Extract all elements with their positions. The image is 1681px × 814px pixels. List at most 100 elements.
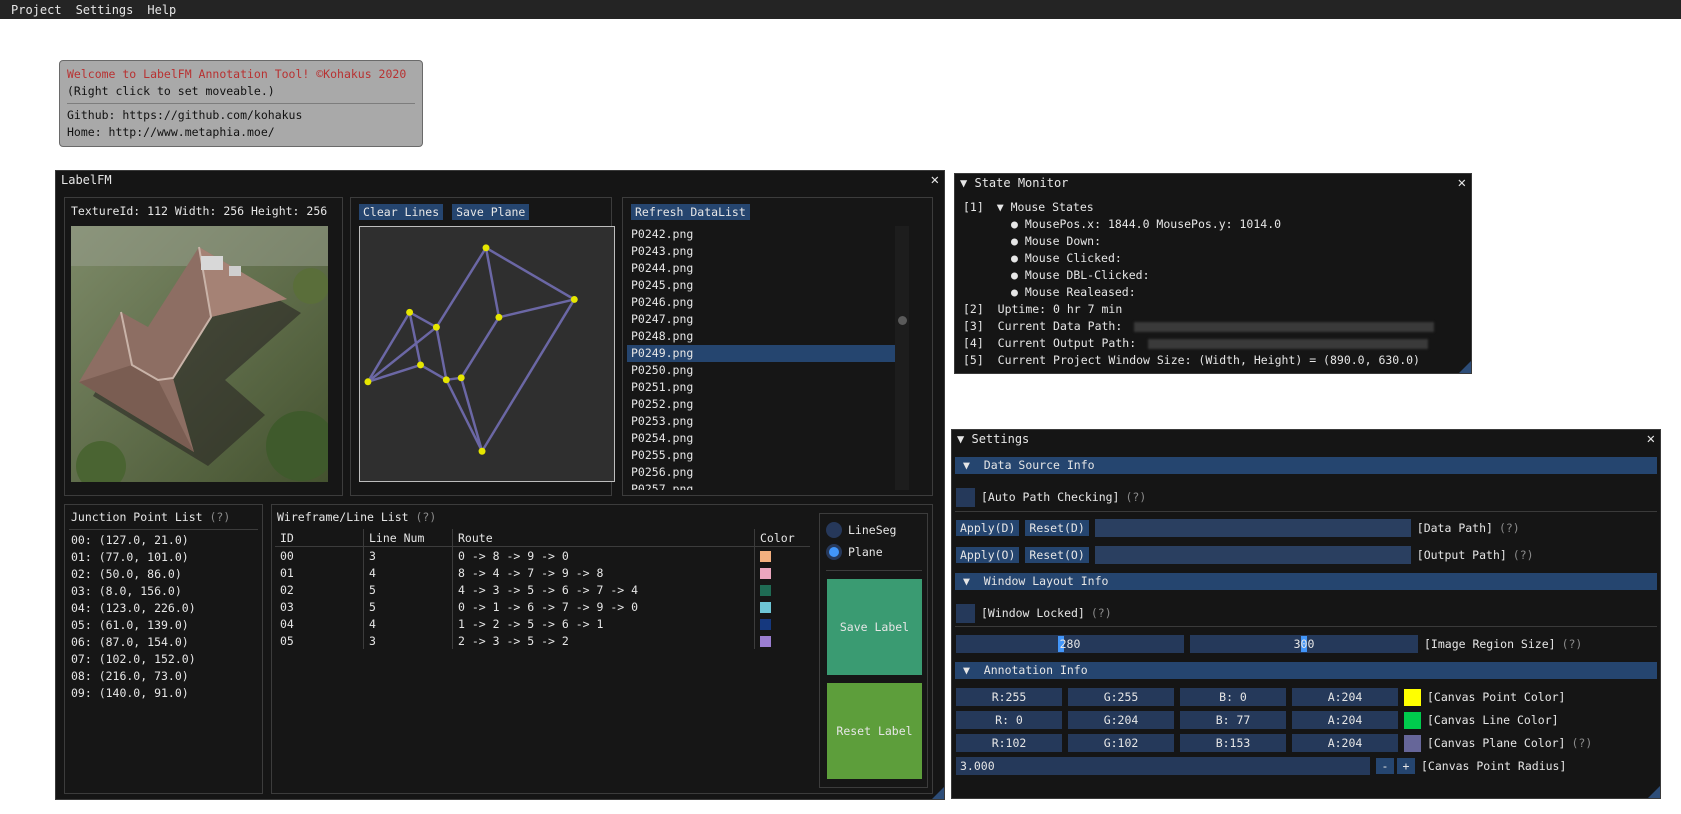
point-r-field[interactable]: R:255 <box>956 688 1062 706</box>
window-locked-checkbox[interactable] <box>956 603 975 623</box>
plane-r-field[interactable]: R:102 <box>956 734 1062 752</box>
junction-item[interactable]: 05: (61.0, 139.0) <box>71 617 196 634</box>
table-row[interactable]: 02 5 4 -> 3 -> 5 -> 6 -> 7 -> 4 <box>275 581 810 598</box>
table-row[interactable]: 05 3 2 -> 3 -> 5 -> 2 <box>275 632 810 649</box>
help-icon[interactable]: (?) <box>1499 521 1520 535</box>
reset-output-button[interactable]: Reset(O) <box>1025 547 1089 563</box>
reset-data-button[interactable]: Reset(D) <box>1025 520 1089 536</box>
junction-item[interactable]: 04: (123.0, 226.0) <box>71 600 196 617</box>
file-list-scrollbar[interactable] <box>895 226 909 490</box>
junction-item[interactable]: 00: (127.0, 21.0) <box>71 532 196 549</box>
point-color-swatch[interactable] <box>1404 688 1421 706</box>
close-icon[interactable]: ✕ <box>1458 174 1466 193</box>
close-icon[interactable]: ✕ <box>1647 430 1655 449</box>
point-a-field[interactable]: A:204 <box>1292 688 1398 706</box>
save-label-button[interactable]: Save Label <box>827 579 922 675</box>
resize-grip[interactable] <box>932 787 944 799</box>
point-b-field[interactable]: B: 0 <box>1180 688 1286 706</box>
state-monitor-window[interactable]: ▼ State Monitor ✕ [1] ▼ Mouse States ● M… <box>954 173 1472 374</box>
list-item[interactable]: P0242.png <box>627 226 901 243</box>
tree-arrow-icon[interactable]: ▼ <box>997 200 1004 214</box>
list-item[interactable]: P0243.png <box>627 243 901 260</box>
settings-window[interactable]: ▼ Settings ✕ ▼ Data Source Info [Auto Pa… <box>951 429 1661 799</box>
radius-plus-button[interactable]: + <box>1397 758 1415 774</box>
color-swatch[interactable] <box>760 618 771 630</box>
refresh-datalist-button[interactable]: Refresh DataList <box>631 204 750 220</box>
menu-project[interactable]: Project <box>0 3 69 17</box>
data-path-input[interactable] <box>1094 519 1411 537</box>
collapse-arrow-icon[interactable]: ▼ <box>960 176 967 190</box>
clear-lines-button[interactable]: Clear Lines <box>359 204 444 220</box>
line-a-field[interactable]: A:204 <box>1292 711 1398 729</box>
table-row[interactable]: 00 3 0 -> 8 -> 9 -> 0 <box>275 546 810 564</box>
junction-item[interactable]: 01: (77.0, 101.0) <box>71 549 196 566</box>
radius-minus-button[interactable]: - <box>1376 758 1394 774</box>
help-icon[interactable]: (?) <box>1125 490 1146 504</box>
color-swatch[interactable] <box>760 550 771 562</box>
image-width-slider[interactable]: 280 <box>956 635 1184 653</box>
color-swatch[interactable] <box>760 567 771 579</box>
line-g-field[interactable]: G:204 <box>1068 711 1174 729</box>
line-r-field[interactable]: R: 0 <box>956 711 1062 729</box>
point-radius-input[interactable]: 3.000 <box>956 757 1370 775</box>
help-icon[interactable]: (?) <box>1513 548 1534 562</box>
line-b-field[interactable]: B: 77 <box>1180 711 1286 729</box>
plane-b-field[interactable]: B:153 <box>1180 734 1286 752</box>
output-path-input[interactable] <box>1094 546 1411 564</box>
labelfm-window[interactable]: LabelFM ✕ TextureId: 112 Width: 256 Heig… <box>55 170 945 800</box>
list-item[interactable]: P0250.png <box>627 362 901 379</box>
color-swatch[interactable] <box>760 635 771 647</box>
help-icon[interactable]: (?) <box>416 510 437 524</box>
junction-item[interactable]: 06: (87.0, 154.0) <box>71 634 196 651</box>
list-item[interactable]: P0257.png <box>627 481 901 490</box>
table-row[interactable]: 04 4 1 -> 2 -> 5 -> 6 -> 1 <box>275 615 810 632</box>
list-item[interactable]: P0244.png <box>627 260 901 277</box>
labelfm-titlebar[interactable]: LabelFM ✕ <box>56 171 944 190</box>
mode-lineseg-radio[interactable]: LineSeg <box>826 522 896 538</box>
radio-selected-icon[interactable] <box>826 544 842 560</box>
annotation-canvas[interactable] <box>359 226 615 482</box>
list-item-selected[interactable]: P0249.png <box>627 345 901 362</box>
radio-icon[interactable] <box>826 522 842 538</box>
list-item[interactable]: P0255.png <box>627 447 901 464</box>
junction-item[interactable]: 08: (216.0, 73.0) <box>71 668 196 685</box>
point-g-field[interactable]: G:255 <box>1068 688 1174 706</box>
window-layout-header[interactable]: ▼ Window Layout Info <box>955 573 1657 590</box>
list-item[interactable]: P0247.png <box>627 311 901 328</box>
plane-a-field[interactable]: A:204 <box>1292 734 1398 752</box>
list-item[interactable]: P0248.png <box>627 328 901 345</box>
image-height-slider[interactable]: 300 <box>1190 635 1418 653</box>
junction-item[interactable]: 02: (50.0, 86.0) <box>71 566 196 583</box>
list-item[interactable]: P0254.png <box>627 430 901 447</box>
list-item[interactable]: P0253.png <box>627 413 901 430</box>
list-item[interactable]: P0252.png <box>627 396 901 413</box>
annotation-header[interactable]: ▼ Annotation Info <box>955 662 1657 679</box>
color-swatch[interactable] <box>760 584 771 596</box>
collapse-arrow-icon[interactable]: ▼ <box>957 432 964 446</box>
color-swatch[interactable] <box>760 601 771 613</box>
state-monitor-titlebar[interactable]: ▼ State Monitor ✕ <box>955 174 1471 193</box>
mouse-states-row[interactable]: [1] ▼ Mouse States <box>963 199 1434 216</box>
help-icon[interactable]: (?) <box>210 510 231 524</box>
help-icon[interactable]: (?) <box>1571 736 1592 750</box>
reset-label-button[interactable]: Reset Label <box>827 683 922 779</box>
table-row[interactable]: 03 5 0 -> 1 -> 6 -> 7 -> 9 -> 0 <box>275 598 810 615</box>
plane-g-field[interactable]: G:102 <box>1068 734 1174 752</box>
mode-plane-radio[interactable]: Plane <box>826 544 883 560</box>
list-item[interactable]: P0245.png <box>627 277 901 294</box>
auto-path-checkbox[interactable] <box>956 487 975 507</box>
list-item[interactable]: P0246.png <box>627 294 901 311</box>
data-source-header[interactable]: ▼ Data Source Info <box>955 457 1657 474</box>
menu-help[interactable]: Help <box>140 3 183 17</box>
close-icon[interactable]: ✕ <box>931 171 939 190</box>
scrollbar-thumb[interactable] <box>898 316 907 325</box>
resize-grip[interactable] <box>1459 361 1471 373</box>
line-color-swatch[interactable] <box>1404 711 1421 729</box>
resize-grip[interactable] <box>1648 786 1660 798</box>
settings-titlebar[interactable]: ▼ Settings ✕ <box>952 430 1660 449</box>
apply-output-button[interactable]: Apply(O) <box>956 547 1020 563</box>
list-item[interactable]: P0256.png <box>627 464 901 481</box>
save-plane-button[interactable]: Save Plane <box>452 204 530 220</box>
menu-settings[interactable]: Settings <box>69 3 141 17</box>
junction-item[interactable]: 09: (140.0, 91.0) <box>71 685 196 702</box>
